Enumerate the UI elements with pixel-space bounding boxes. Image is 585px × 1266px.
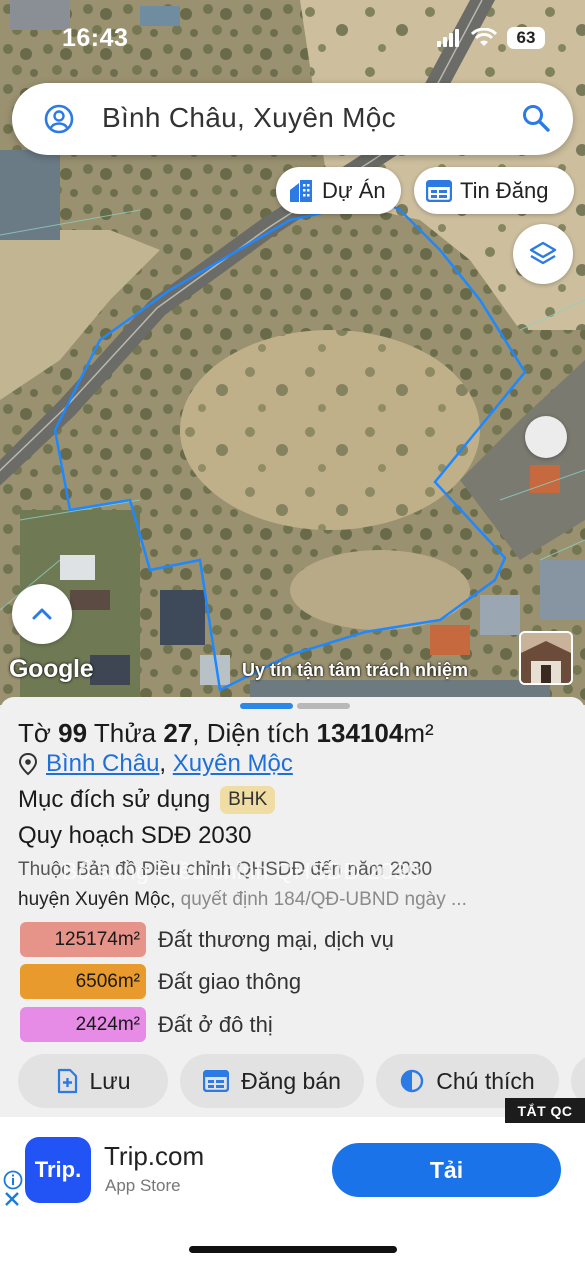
- tin-dang-label: Tin Đăng: [460, 177, 549, 203]
- layers-icon: [529, 241, 557, 265]
- close-icon[interactable]: [4, 1191, 20, 1207]
- plan-title: Quy hoạch SDĐ 2030: [18, 822, 252, 849]
- layers-button[interactable]: [513, 224, 573, 284]
- add-file-icon: [57, 1068, 77, 1094]
- usage-row: Mục đích sử dụng BHK: [18, 786, 276, 814]
- usage-label: Mục đích sử dụng: [18, 786, 211, 813]
- usage-code-badge: BHK: [220, 786, 276, 814]
- buildings-icon: [290, 179, 312, 202]
- plan-source-line: Thuộc Bản đồ Điều chỉnh QHSDĐ đến năm 20…: [18, 858, 432, 884]
- map-marker-dot[interactable]: [525, 416, 567, 458]
- wifi-icon: [471, 28, 497, 46]
- district-link[interactable]: Xuyên Mộc: [173, 750, 293, 777]
- plan-decision-line: huyện Xuyên Mộc, quyết định 184/QĐ-UBND …: [18, 889, 563, 911]
- zone-row[interactable]: 2424m² Đất ở đô thị: [20, 1007, 273, 1042]
- home-indicator[interactable]: [189, 1246, 397, 1253]
- status-bar: 16:43 63: [0, 0, 585, 70]
- google-logo: Google: [9, 655, 94, 683]
- streetview-thumbnail[interactable]: [519, 631, 573, 685]
- location-separator: ,: [159, 750, 167, 777]
- info-icon[interactable]: [3, 1170, 23, 1190]
- plan-source-overlay: Bổ sung Điều chỉnh QHSDĐ 2030: [62, 858, 421, 884]
- contrast-icon: [401, 1069, 424, 1093]
- plan-district-text: huyện Xuyên Mộc,: [18, 889, 176, 910]
- ad-title: Trip.com: [104, 1141, 205, 1171]
- area-unit: m²: [403, 718, 434, 748]
- parcel-title: Tờ 99 Thửa 27, Diện tích 134104m²: [18, 718, 434, 748]
- zone-label: Đất thương mại, dịch vụ: [158, 926, 394, 952]
- area-value: 134104: [316, 718, 404, 748]
- zone-row[interactable]: 125174m² Đất thương mại, dịch vụ: [20, 922, 394, 957]
- ad-download-button[interactable]: Tải: [332, 1143, 561, 1197]
- sheet-label: Tờ: [18, 718, 51, 748]
- zone-row[interactable]: 6506m² Đất giao thông: [20, 964, 301, 999]
- plot-number: 27: [163, 718, 193, 748]
- ad-subtitle: App Store: [105, 1176, 181, 1195]
- du-an-label: Dự Án: [322, 177, 386, 203]
- zone-label: Đất giao thông: [158, 968, 302, 994]
- search-icon[interactable]: [521, 103, 551, 133]
- signal-icon: [437, 29, 459, 47]
- legend-label: Chú thích: [436, 1067, 535, 1094]
- status-icons: 63: [437, 27, 545, 49]
- ad-app-logo: Trip.: [25, 1137, 91, 1203]
- plan-decision-text: quyết định 184/QĐ-UBND ngày ...: [175, 889, 467, 910]
- search-input[interactable]: Bình Châu, Xuyên Mộc: [102, 102, 396, 134]
- area-label: Diện tích: [206, 718, 310, 748]
- home-bar-area: [0, 1215, 585, 1266]
- page-dot-active[interactable]: [240, 703, 293, 709]
- commune-link[interactable]: Bình Châu: [46, 750, 159, 777]
- status-time: 16:43: [62, 24, 129, 52]
- map-watermark: Uy tín tận tâm trách nhiệm: [242, 660, 469, 680]
- page-dot[interactable]: [297, 703, 350, 709]
- save-label: Lưu: [89, 1067, 131, 1094]
- zone-area-box: 2424m²: [20, 1007, 146, 1042]
- user-icon[interactable]: [44, 104, 74, 134]
- satellite-map[interactable]: 16:43 63 Bình Châu, Xuyên Mộc Dự Án Tin …: [0, 0, 585, 705]
- hide-ad-button[interactable]: TẮT QC: [505, 1098, 585, 1123]
- post-sale-button[interactable]: Đăng bán: [180, 1054, 364, 1108]
- action-row: Lưu Đăng bán Chú thích: [18, 1054, 585, 1109]
- zone-label: Đất ở đô thị: [158, 1011, 273, 1037]
- plot-label: Thửa: [93, 718, 157, 748]
- streetview-image: [521, 633, 571, 683]
- listing-icon: [203, 1070, 230, 1092]
- location-row: Bình Châu, Xuyên Mộc: [18, 750, 293, 778]
- listing-icon: [426, 179, 452, 202]
- location-pin-icon: [18, 752, 38, 776]
- zone-area-box: 125174m²: [20, 922, 146, 957]
- expand-up-button[interactable]: [12, 584, 72, 644]
- search-bar[interactable]: Bình Châu, Xuyên Mộc: [12, 83, 573, 155]
- battery-indicator: 63: [507, 27, 545, 49]
- sheet-number: 99: [58, 718, 88, 748]
- zone-area-box: 6506m²: [20, 964, 146, 999]
- chevron-up-icon: [32, 608, 52, 620]
- du-an-chip[interactable]: Dự Án: [276, 167, 401, 214]
- ad-banner[interactable]: Trip. Trip.com App Store Tải: [0, 1117, 585, 1215]
- post-sale-label: Đăng bán: [241, 1067, 341, 1094]
- tin-dang-chip[interactable]: Tin Đăng: [414, 167, 574, 214]
- save-button[interactable]: Lưu: [18, 1054, 168, 1108]
- parcel-info-sheet[interactable]: Tờ 99 Thửa 27, Diện tích 134104m² Bình C…: [0, 697, 585, 1117]
- page-indicator[interactable]: [240, 703, 350, 709]
